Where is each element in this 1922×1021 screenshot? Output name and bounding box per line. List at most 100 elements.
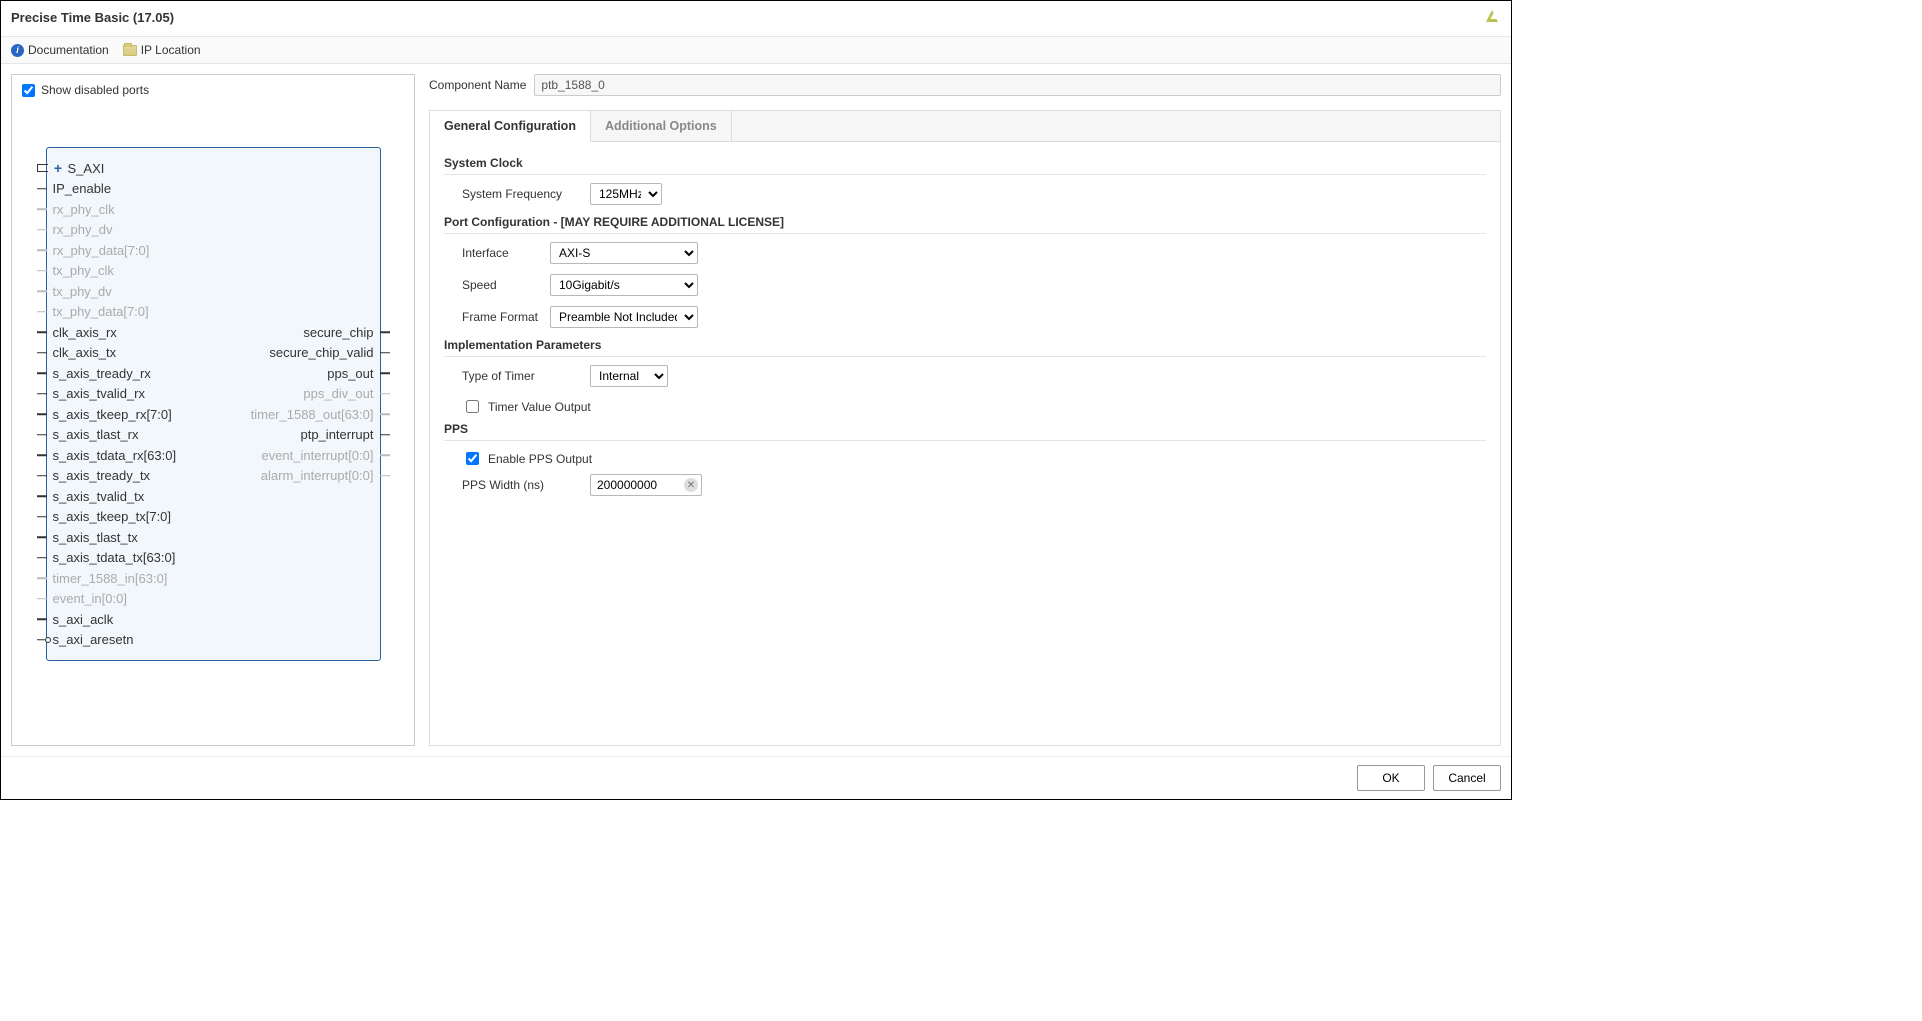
port-name: event_interrupt[0:0]	[261, 448, 373, 463]
show-disabled-ports-input[interactable]	[22, 84, 35, 97]
output-port: secure_chip	[303, 325, 375, 340]
frame-format-select[interactable]: Preamble Not Included	[550, 306, 698, 328]
input-port: s_axis_tready_tx	[51, 468, 151, 483]
port-name: timer_1588_in[63:0]	[53, 571, 168, 586]
config-panel: Component Name General Configuration Add…	[429, 74, 1501, 746]
port-name: s_axis_tkeep_rx[7:0]	[53, 407, 172, 422]
input-port: s_axis_tlast_tx	[51, 530, 138, 545]
port-name: ptp_interrupt	[301, 427, 374, 442]
output-port: event_interrupt[0:0]	[261, 448, 375, 463]
component-name-label: Component Name	[429, 78, 526, 92]
section-title-pps: PPS	[444, 422, 1486, 436]
clear-icon[interactable]: ✕	[684, 478, 698, 492]
enable-pps-output-label: Enable PPS Output	[488, 452, 592, 466]
tab-body-general: System Clock System Frequency 125MHz Por…	[430, 142, 1500, 745]
port-name: clk_axis_rx	[53, 325, 117, 340]
port-name: secure_chip_valid	[269, 345, 373, 360]
ip-location-label: IP Location	[141, 43, 201, 57]
port-name: pps_div_out	[303, 386, 373, 401]
input-port: rx_phy_clk	[51, 202, 115, 217]
port-name: clk_axis_tx	[53, 345, 117, 360]
output-port: secure_chip_valid	[269, 345, 375, 360]
port-name: alarm_interrupt[0:0]	[261, 468, 374, 483]
port-name: s_axis_tdata_rx[63:0]	[53, 448, 177, 463]
expand-bus-icon[interactable]: +	[53, 163, 64, 174]
ip-location-link[interactable]: IP Location	[123, 43, 201, 57]
ip-block-symbol: + S_AXI IP_enable rx_phy_clk rx_phy_dv rx_phy…	[46, 147, 381, 661]
frame-format-label: Frame Format	[462, 310, 540, 324]
timer-value-output-checkbox[interactable]	[466, 400, 479, 413]
tabs: General Configuration Additional Options…	[429, 110, 1501, 746]
input-port: s_axis_tvalid_rx	[51, 386, 146, 401]
info-icon: i	[11, 44, 24, 57]
timer-type-select[interactable]: Internal	[590, 365, 668, 387]
window-title: Precise Time Basic (17.05)	[11, 10, 174, 25]
port-name: secure_chip	[303, 325, 373, 340]
title-bar: Precise Time Basic (17.05)	[1, 1, 1511, 37]
input-port: tx_phy_clk	[51, 263, 114, 278]
speed-label: Speed	[462, 278, 540, 292]
system-frequency-select[interactable]: 125MHz	[590, 183, 662, 205]
port-name: rx_phy_data[7:0]	[53, 243, 150, 258]
input-port: timer_1588_in[63:0]	[51, 571, 168, 586]
input-port: event_in[0:0]	[51, 591, 127, 606]
port-name: s_axi_aclk	[53, 612, 114, 627]
port-name: s_axis_tvalid_rx	[53, 386, 146, 401]
speed-select[interactable]: 10Gigabit/s	[550, 274, 698, 296]
output-port: timer_1588_out[63:0]	[251, 407, 376, 422]
interface-label: Interface	[462, 246, 540, 260]
input-port: s_axis_tdata_rx[63:0]	[51, 448, 177, 463]
output-port: pps_out	[327, 366, 375, 381]
documentation-label: Documentation	[28, 43, 109, 57]
section-title-port-config: Port Configuration - [MAY REQUIRE ADDITI…	[444, 215, 1486, 229]
port-name: timer_1588_out[63:0]	[251, 407, 374, 422]
port-name: S_AXI	[68, 161, 105, 176]
input-port: IP_enable	[51, 181, 112, 196]
input-port: rx_phy_data[7:0]	[51, 243, 150, 258]
system-frequency-label: System Frequency	[462, 187, 580, 201]
port-name: s_axis_tready_rx	[53, 366, 151, 381]
section-title-impl-params: Implementation Parameters	[444, 338, 1486, 352]
interface-select[interactable]: AXI-S	[550, 242, 698, 264]
port-name: s_axis_tdata_tx[63:0]	[53, 550, 176, 565]
input-port: s_axi_aclk	[51, 612, 114, 627]
tab-general-configuration[interactable]: General Configuration	[430, 111, 591, 142]
port-name: rx_phy_clk	[53, 202, 115, 217]
input-port: s_axis_tdata_tx[63:0]	[51, 550, 176, 565]
output-port: ptp_interrupt	[301, 427, 376, 442]
input-port: s_axis_tvalid_tx	[51, 489, 145, 504]
input-port: + S_AXI	[51, 161, 105, 176]
toolbar: i Documentation IP Location	[1, 37, 1511, 64]
port-name: s_axis_tready_tx	[53, 468, 151, 483]
input-port: rx_phy_dv	[51, 222, 113, 237]
show-disabled-ports-label: Show disabled ports	[41, 83, 149, 97]
ip-symbol-panel: Show disabled ports + S_AXI IP_enable rx_ph…	[11, 74, 415, 746]
output-port: pps_div_out	[303, 386, 375, 401]
timer-type-label: Type of Timer	[462, 369, 580, 383]
show-disabled-ports-checkbox[interactable]: Show disabled ports	[22, 83, 404, 97]
port-name: s_axis_tkeep_tx[7:0]	[53, 509, 172, 524]
input-port: clk_axis_rx	[51, 325, 117, 340]
input-port: s_axis_tready_rx	[51, 366, 151, 381]
enable-pps-output-checkbox[interactable]	[466, 452, 479, 465]
timer-value-output-label: Timer Value Output	[488, 400, 591, 414]
input-port: s_axis_tkeep_rx[7:0]	[51, 407, 172, 422]
documentation-link[interactable]: i Documentation	[11, 43, 109, 57]
component-name-input[interactable]	[534, 74, 1501, 96]
port-name: s_axi_aresetn	[53, 632, 134, 647]
ip-config-dialog: Precise Time Basic (17.05) i Documentati…	[0, 0, 1512, 800]
cancel-button[interactable]: Cancel	[1433, 765, 1501, 791]
folder-icon	[123, 45, 137, 56]
port-name: tx_phy_clk	[53, 263, 114, 278]
port-name: IP_enable	[53, 181, 112, 196]
input-port: clk_axis_tx	[51, 345, 117, 360]
footer: OK Cancel	[1, 756, 1511, 799]
port-name: s_axis_tlast_tx	[53, 530, 138, 545]
body: Show disabled ports + S_AXI IP_enable rx_ph…	[1, 64, 1511, 756]
input-port: s_axis_tlast_rx	[51, 427, 139, 442]
tab-additional-options[interactable]: Additional Options	[591, 111, 732, 141]
port-name: tx_phy_data[7:0]	[53, 304, 149, 319]
ok-button[interactable]: OK	[1357, 765, 1425, 791]
pps-width-label: PPS Width (ns)	[462, 478, 580, 492]
port-name: s_axis_tlast_rx	[53, 427, 139, 442]
